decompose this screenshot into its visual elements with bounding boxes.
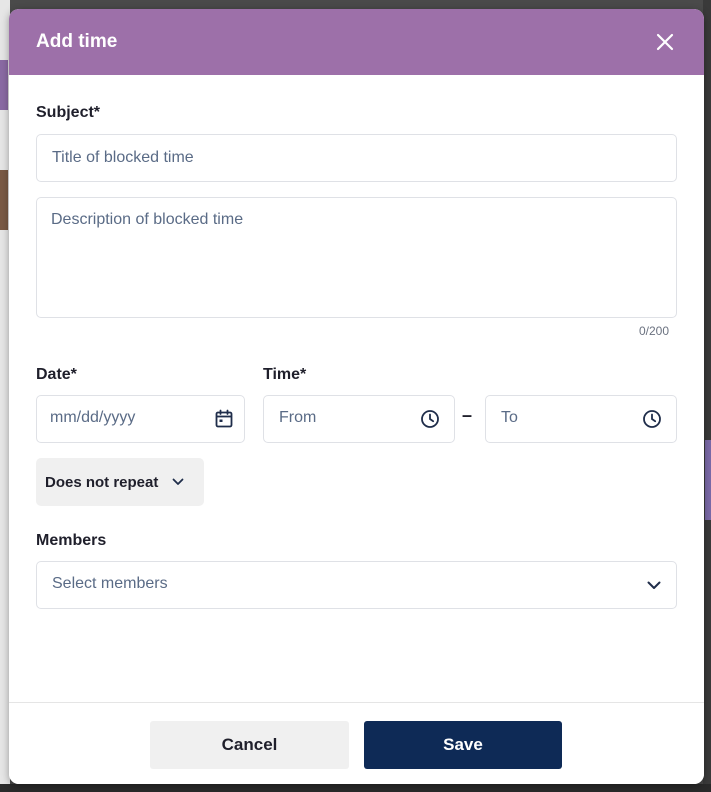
close-icon[interactable] — [656, 33, 674, 51]
repeat-selected-value: Does not repeat — [45, 473, 159, 491]
subject-label: Subject* — [36, 104, 101, 121]
dialog-header: Add time — [9, 9, 704, 75]
members-label: Members — [36, 532, 107, 549]
save-button[interactable]: Save — [364, 721, 562, 769]
time-range-separator: – — [462, 405, 473, 425]
cancel-button[interactable]: Cancel — [150, 721, 349, 769]
clock-icon[interactable] — [419, 408, 441, 430]
dialog-title: Add time — [36, 31, 118, 52]
time-from-field[interactable]: From — [263, 395, 455, 443]
description-char-counter: 0/200 — [639, 324, 670, 338]
background-page-edge — [0, 784, 711, 792]
subject-description-input[interactable] — [36, 197, 677, 318]
background-page-accent — [0, 170, 8, 230]
time-to-field[interactable]: To — [485, 395, 677, 443]
dialog-footer: Cancel Save — [9, 702, 704, 784]
date-label: Date* — [36, 366, 77, 383]
members-placeholder: Select members — [52, 575, 168, 592]
time-from-placeholder: From — [279, 409, 317, 426]
subject-title-input[interactable] — [36, 134, 677, 182]
add-time-dialog: Add time Subject* 0/200 Date* mm/dd/yyyy… — [9, 9, 704, 784]
background-page-edge — [703, 0, 711, 792]
calendar-icon[interactable] — [213, 408, 235, 430]
background-page-accent — [705, 440, 711, 520]
time-to-placeholder: To — [501, 409, 518, 426]
members-select[interactable]: Select members — [36, 561, 677, 609]
repeat-dropdown[interactable]: Does not repeat — [36, 458, 204, 506]
close-button[interactable] — [652, 29, 678, 55]
chevron-down-icon — [172, 478, 184, 485]
date-placeholder: mm/dd/yyyy — [50, 409, 136, 426]
date-field[interactable]: mm/dd/yyyy — [36, 395, 245, 443]
background-page-accent — [0, 60, 8, 110]
chevron-down-icon[interactable] — [643, 574, 665, 596]
time-label: Time* — [263, 366, 307, 383]
clock-icon[interactable] — [641, 408, 663, 430]
